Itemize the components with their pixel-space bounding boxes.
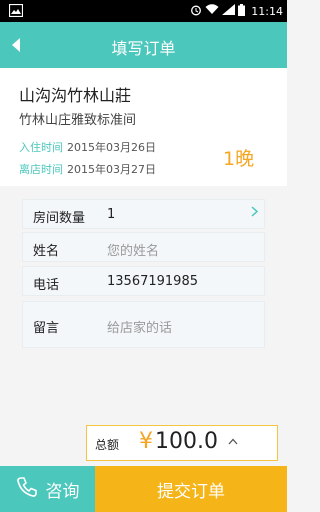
nights-count: 1晚	[223, 148, 255, 170]
submit-label: 提交订单	[157, 481, 225, 502]
chevron-up-icon[interactable]	[228, 434, 238, 448]
message-row[interactable]: 留言 给店家的话	[22, 301, 265, 348]
room-count-value: 1	[107, 207, 116, 222]
status-bar: 11:14	[0, 0, 287, 22]
phone-input[interactable]: 13567191985	[107, 274, 198, 289]
notification-image-icon	[8, 3, 24, 18]
total-amount: 100.0	[155, 429, 218, 454]
phone-row[interactable]: 电话 13567191985	[22, 266, 265, 296]
total-label: 总额	[95, 438, 120, 452]
phone-icon	[16, 476, 38, 503]
message-label: 留言	[33, 321, 60, 336]
name-row[interactable]: 姓名 您的姓名	[22, 232, 265, 262]
consult-label: 咨询	[45, 481, 80, 502]
message-input[interactable]: 给店家的话	[107, 317, 172, 336]
app-bar: 填写订单	[0, 22, 287, 68]
chevron-right-icon	[251, 205, 259, 221]
currency-symbol: ¥	[139, 429, 153, 454]
total-amount-box[interactable]: 总额 ¥100.0	[86, 425, 278, 461]
status-icons: 11:14	[190, 3, 283, 19]
room-count-label: 房间数量	[33, 211, 86, 226]
bottom-action-bar: 咨询 提交订单	[0, 466, 287, 512]
hotel-name: 山沟沟竹林山莊	[19, 86, 132, 105]
consult-button[interactable]: 咨询	[0, 466, 95, 512]
room-type: 竹林山庄雅致标准间	[19, 113, 137, 128]
status-time: 11:14	[251, 4, 283, 18]
check-in-row: 入住时间 2015年03月26日	[19, 139, 156, 155]
total-price: ¥100.0	[139, 429, 218, 454]
wifi-icon	[205, 4, 219, 18]
check-in-date: 2015年03月26日	[67, 141, 156, 154]
check-out-label: 离店时间	[19, 163, 63, 176]
name-label: 姓名	[33, 244, 60, 259]
room-count-row[interactable]: 房间数量 1	[22, 199, 265, 229]
battery-icon	[238, 3, 246, 19]
check-in-label: 入住时间	[19, 141, 63, 154]
phone-label: 电话	[33, 278, 60, 293]
check-out-date: 2015年03月27日	[67, 163, 156, 176]
page-title: 填写订单	[111, 39, 176, 58]
submit-order-button[interactable]: 提交订单	[95, 466, 287, 512]
name-input[interactable]: 您的姓名	[107, 240, 159, 259]
alarm-icon	[190, 4, 202, 19]
check-out-row: 离店时间 2015年03月27日	[19, 161, 156, 177]
hotel-info-card: 山沟沟竹林山莊 竹林山庄雅致标准间 入住时间 2015年03月26日 离店时间 20…	[0, 68, 287, 186]
signal-icon	[222, 4, 236, 18]
